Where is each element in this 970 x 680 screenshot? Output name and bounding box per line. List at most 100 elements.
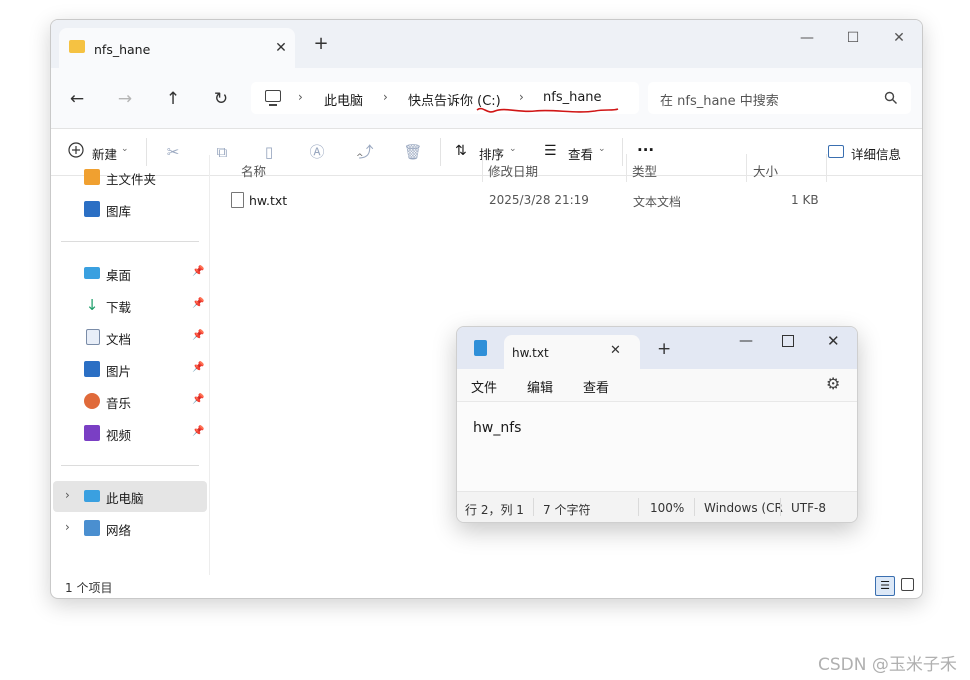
explorer-tab[interactable]: nfs_hane ✕ xyxy=(59,28,295,68)
sidebar-item-pictures[interactable]: 图片 📌 xyxy=(51,354,209,384)
more-options-button[interactable]: ··· xyxy=(637,141,654,159)
sidebar-item-label: 音乐 xyxy=(106,396,132,411)
sidebar-item-label: 此电脑 xyxy=(106,491,144,506)
computer-icon xyxy=(84,490,100,502)
divider xyxy=(61,241,199,242)
watermark: CSDN @玉米子禾 xyxy=(818,655,957,675)
pin-icon[interactable]: 📌 xyxy=(192,362,204,373)
file-name: hw.txt xyxy=(249,193,288,208)
sidebar-item-this-pc[interactable]: › 此电脑 xyxy=(53,481,207,512)
network-icon xyxy=(84,520,100,536)
sort-icon[interactable]: ⇅ xyxy=(455,143,467,159)
divider[interactable] xyxy=(482,154,483,182)
pin-icon[interactable]: 📌 xyxy=(192,426,204,437)
view-list-icon[interactable]: ☰ xyxy=(544,143,557,159)
notepad-app-icon xyxy=(474,340,487,356)
pin-icon[interactable]: 📌 xyxy=(192,298,204,309)
divider[interactable] xyxy=(826,154,827,182)
document-icon xyxy=(86,329,100,345)
pin-icon[interactable]: 📌 xyxy=(192,394,204,405)
music-icon xyxy=(84,393,100,409)
divider xyxy=(694,498,695,516)
sidebar-item-downloads[interactable]: ↓ 下载 📌 xyxy=(51,290,209,320)
menu-file[interactable]: 文件 xyxy=(471,377,497,396)
view-button[interactable]: 查看 xyxy=(568,144,593,163)
home-icon xyxy=(84,169,100,185)
sidebar-item-network[interactable]: › 网络 xyxy=(51,513,209,543)
sidebar-item-music[interactable]: 音乐 📌 xyxy=(51,386,209,416)
sidebar-item-documents[interactable]: 文档 📌 xyxy=(51,322,209,352)
line-ending[interactable]: Windows (CR xyxy=(704,501,783,515)
sidebar-item-label: 文档 xyxy=(106,332,132,347)
maximize-button[interactable] xyxy=(782,335,794,347)
divider xyxy=(533,498,534,516)
paste-icon[interactable]: ▯ xyxy=(259,142,279,162)
chevron-down-icon: ⌄ xyxy=(598,144,606,154)
item-count: 1 个项目 xyxy=(65,581,113,595)
rename-icon[interactable]: Ⓐ xyxy=(307,142,327,162)
gear-icon[interactable]: ⚙ xyxy=(826,374,840,393)
refresh-button[interactable]: ↻ xyxy=(207,85,235,113)
column-header-type[interactable]: 类型 xyxy=(632,161,657,180)
search-input[interactable]: 在 nfs_hane 中搜索 xyxy=(660,90,779,109)
column-header-name[interactable]: 名称 xyxy=(241,161,266,180)
search-icon[interactable] xyxy=(884,91,898,105)
encoding[interactable]: UTF-8 xyxy=(791,501,826,515)
file-size: 1 KB xyxy=(791,193,819,207)
divider xyxy=(622,138,623,166)
notepad-tab-title: hw.txt xyxy=(512,346,549,360)
sidebar-item-home[interactable]: 主文件夹 xyxy=(51,162,209,192)
maximize-button[interactable]: ☐ xyxy=(830,24,876,52)
close-tab-icon[interactable]: ✕ xyxy=(610,343,621,358)
menu-view[interactable]: 查看 xyxy=(583,377,609,396)
close-button[interactable]: ✕ xyxy=(876,24,922,52)
zoom-level[interactable]: 100% xyxy=(650,501,684,515)
pin-icon[interactable]: 📌 xyxy=(192,266,204,277)
delete-icon[interactable]: 🗑 xyxy=(403,142,423,162)
sort-ascending-icon: ^ xyxy=(356,153,364,163)
search-box[interactable]: 在 nfs_hane 中搜索 xyxy=(648,82,911,114)
sidebar-item-label: 桌面 xyxy=(106,268,132,283)
close-tab-icon[interactable]: ✕ xyxy=(271,38,291,58)
table-row[interactable]: hw.txt 2025/3/28 21:19 文本文档 1 KB xyxy=(221,188,831,214)
menu-edit[interactable]: 编辑 xyxy=(527,377,553,396)
new-tab-button[interactable]: + xyxy=(309,32,333,56)
minimize-button[interactable]: — xyxy=(739,333,753,349)
notepad-text-area[interactable]: hw_nfs xyxy=(457,402,857,491)
chevron-right-icon: › xyxy=(519,90,524,104)
column-header-modified[interactable]: 修改日期 xyxy=(488,161,538,180)
pin-icon[interactable]: 📌 xyxy=(192,330,204,341)
tiles-view-icon[interactable] xyxy=(901,578,914,591)
breadcrumb-nfs-hane[interactable]: nfs_hane xyxy=(543,90,602,105)
sidebar-item-videos[interactable]: 视频 📌 xyxy=(51,418,209,448)
divider[interactable] xyxy=(626,154,627,182)
chevron-right-icon: › xyxy=(298,90,303,104)
sidebar-item-label: 图片 xyxy=(106,364,132,379)
gallery-icon xyxy=(84,201,100,217)
file-modified: 2025/3/28 21:19 xyxy=(489,193,589,207)
sidebar-item-desktop[interactable]: 桌面 📌 xyxy=(51,258,209,288)
breadcrumb-this-pc[interactable]: 此电脑 xyxy=(324,90,363,109)
chevron-right-icon[interactable]: › xyxy=(65,520,70,534)
details-pane-icon[interactable] xyxy=(828,145,844,158)
computer-icon-stand xyxy=(269,104,277,106)
chevron-right-icon[interactable]: › xyxy=(65,488,70,502)
sidebar-item-label: 网络 xyxy=(106,523,132,538)
copy-icon[interactable]: ⧉ xyxy=(212,142,232,162)
back-button[interactable]: ← xyxy=(63,85,91,113)
text-file-icon xyxy=(231,192,244,208)
divider xyxy=(638,498,639,516)
new-tab-button[interactable]: + xyxy=(657,339,671,359)
sidebar-item-gallery[interactable]: 图库 xyxy=(51,194,209,224)
close-button[interactable]: ✕ xyxy=(827,332,840,350)
minimize-button[interactable]: — xyxy=(784,24,830,52)
up-button[interactable]: ↑ xyxy=(159,85,187,113)
details-button[interactable]: 详细信息 xyxy=(851,144,901,163)
address-bar[interactable]: › 此电脑 › 快点告诉你 (C:) › nfs_hane xyxy=(251,82,639,114)
forward-button[interactable]: → xyxy=(111,85,139,113)
notepad-menu-bar: 文件 编辑 查看 ⚙ xyxy=(457,369,857,402)
notepad-tab[interactable]: hw.txt ✕ xyxy=(504,335,640,369)
divider[interactable] xyxy=(746,154,747,182)
column-header-size[interactable]: 大小 xyxy=(753,161,778,180)
details-view-icon[interactable]: ☰ xyxy=(875,576,895,596)
